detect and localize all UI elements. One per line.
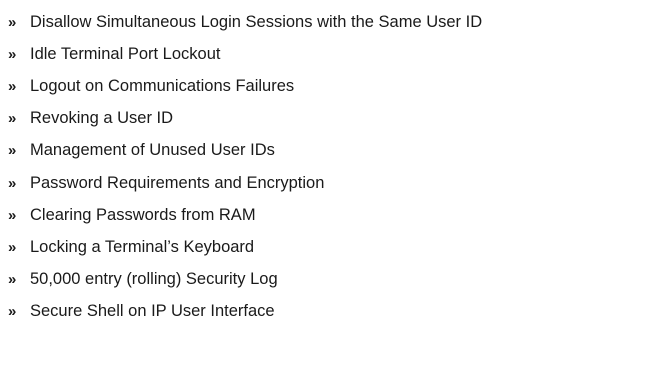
bullet-icon: » xyxy=(8,303,17,321)
list-item: » Secure Shell on IP User Interface xyxy=(8,296,482,328)
list-item-label: Clearing Passwords from RAM xyxy=(30,205,256,224)
list-item: » Revoking a User ID xyxy=(8,103,482,135)
list-item: » Disallow Simultaneous Login Sessions w… xyxy=(8,6,482,38)
bullet-icon: » xyxy=(8,13,17,31)
list-item: » Clearing Passwords from RAM xyxy=(8,199,482,231)
list-item: » Idle Terminal Port Lockout xyxy=(8,38,482,70)
list-item: » Management of Unused User IDs xyxy=(8,135,482,167)
bullet-icon: » xyxy=(8,142,17,160)
list-item: » 50,000 entry (rolling) Security Log xyxy=(8,264,482,296)
list-item-label: Disallow Simultaneous Login Sessions wit… xyxy=(30,12,483,31)
feature-list: » Disallow Simultaneous Login Sessions w… xyxy=(8,6,482,328)
bullet-icon: » xyxy=(8,206,17,224)
list-item: » Logout on Communications Failures xyxy=(8,70,482,102)
list-item-label: Idle Terminal Port Lockout xyxy=(30,44,221,63)
list-item-label: Revoking a User ID xyxy=(30,109,174,128)
list-item-label: Locking a Terminal’s Keyboard xyxy=(30,237,255,256)
list-item: » Locking a Terminal’s Keyboard xyxy=(8,231,482,263)
bullet-icon: » xyxy=(8,45,17,63)
list-item-label: 50,000 entry (rolling) Security Log xyxy=(30,270,278,289)
bullet-icon: » xyxy=(8,77,17,95)
list-item-label: Password Requirements and Encryption xyxy=(30,173,325,192)
list-item-label: Logout on Communications Failures xyxy=(30,76,295,95)
bullet-icon: » xyxy=(8,110,17,128)
list-item: » Password Requirements and Encryption xyxy=(8,167,482,199)
list-item-label: Management of Unused User IDs xyxy=(30,141,275,160)
bullet-icon: » xyxy=(8,271,17,289)
bullet-icon: » xyxy=(8,174,17,192)
bullet-icon: » xyxy=(8,238,17,256)
list-item-label: Secure Shell on IP User Interface xyxy=(30,302,275,321)
